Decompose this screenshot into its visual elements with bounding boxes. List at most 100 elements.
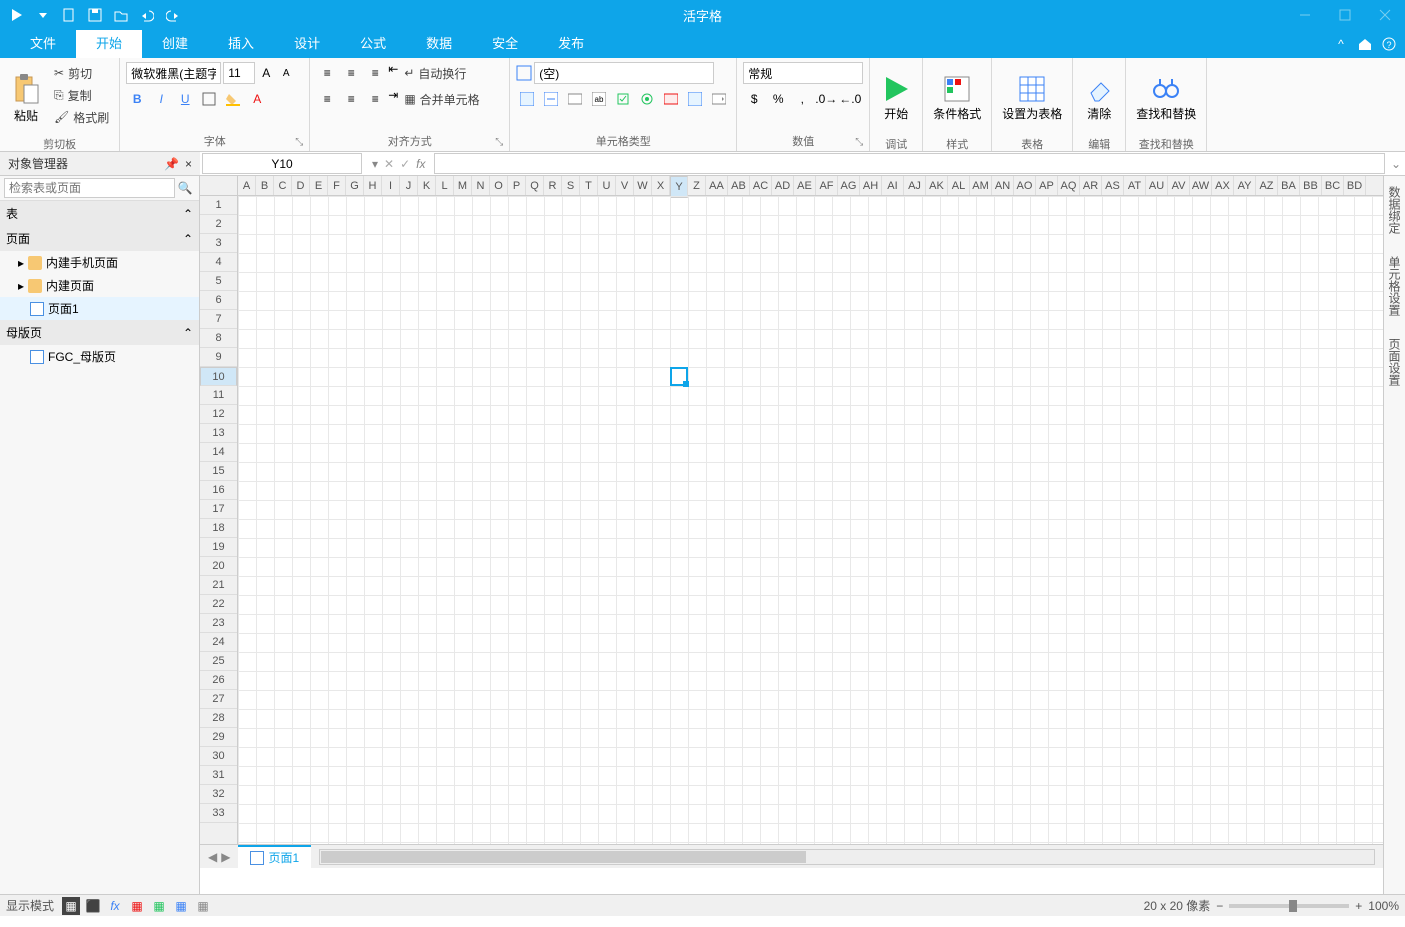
zoom-in-button[interactable]: + bbox=[1355, 899, 1362, 913]
fx-icon[interactable]: fx bbox=[416, 157, 425, 171]
section-pages[interactable]: 页面⌃ bbox=[0, 226, 199, 251]
mode-5-icon[interactable]: ▦ bbox=[150, 897, 168, 915]
row-header-2[interactable]: 2 bbox=[200, 215, 237, 234]
row-header-14[interactable]: 14 bbox=[200, 443, 237, 462]
row-header-32[interactable]: 32 bbox=[200, 785, 237, 804]
row-header-18[interactable]: 18 bbox=[200, 519, 237, 538]
col-header-BA[interactable]: BA bbox=[1278, 176, 1300, 195]
mode-6-icon[interactable]: ▦ bbox=[172, 897, 190, 915]
tree-item-builtin-pages[interactable]: ▸内建页面 bbox=[0, 274, 199, 297]
open-icon[interactable] bbox=[110, 4, 132, 26]
sheet-tab-page1[interactable]: 页面1 bbox=[238, 845, 311, 869]
col-header-AW[interactable]: AW bbox=[1190, 176, 1212, 195]
col-header-AJ[interactable]: AJ bbox=[904, 176, 926, 195]
search-icon[interactable]: 🔍 bbox=[175, 181, 195, 195]
col-header-AT[interactable]: AT bbox=[1124, 176, 1146, 195]
align-bottom-icon[interactable]: ≡ bbox=[364, 62, 386, 84]
col-header-AB[interactable]: AB bbox=[728, 176, 750, 195]
col-header-G[interactable]: G bbox=[346, 176, 364, 195]
decrease-decimal-icon[interactable]: ←.0 bbox=[839, 88, 861, 110]
tree-item-page1[interactable]: 页面1 bbox=[0, 297, 199, 320]
maximize-button[interactable] bbox=[1325, 0, 1365, 30]
col-header-AH[interactable]: AH bbox=[860, 176, 882, 195]
indent-decrease-icon[interactable]: ⇤ bbox=[388, 62, 398, 84]
section-master[interactable]: 母版页⌃ bbox=[0, 320, 199, 345]
col-header-J[interactable]: J bbox=[400, 176, 418, 195]
home-icon[interactable] bbox=[1355, 34, 1375, 54]
col-header-BD[interactable]: BD bbox=[1344, 176, 1366, 195]
col-header-AX[interactable]: AX bbox=[1212, 176, 1234, 195]
ct-9[interactable] bbox=[708, 88, 730, 110]
col-header-AE[interactable]: AE bbox=[794, 176, 816, 195]
ct-5[interactable] bbox=[612, 88, 634, 110]
pin-icon[interactable]: 📌 bbox=[164, 157, 179, 171]
col-header-AI[interactable]: AI bbox=[882, 176, 904, 195]
col-header-E[interactable]: E bbox=[310, 176, 328, 195]
row-header-4[interactable]: 4 bbox=[200, 253, 237, 272]
col-header-BB[interactable]: BB bbox=[1300, 176, 1322, 195]
number-launcher[interactable]: ⤡ bbox=[855, 137, 867, 149]
col-header-AZ[interactable]: AZ bbox=[1256, 176, 1278, 195]
fill-color-button[interactable] bbox=[222, 88, 244, 110]
col-header-AF[interactable]: AF bbox=[816, 176, 838, 195]
ct-3[interactable] bbox=[564, 88, 586, 110]
align-middle-icon[interactable]: ≡ bbox=[340, 62, 362, 84]
col-header-AO[interactable]: AO bbox=[1014, 176, 1036, 195]
col-header-A[interactable]: A bbox=[238, 176, 256, 195]
col-header-AV[interactable]: AV bbox=[1168, 176, 1190, 195]
col-header-AK[interactable]: AK bbox=[926, 176, 948, 195]
tab-publish[interactable]: 发布 bbox=[538, 30, 604, 58]
row-header-7[interactable]: 7 bbox=[200, 310, 237, 329]
col-header-AU[interactable]: AU bbox=[1146, 176, 1168, 195]
col-header-H[interactable]: H bbox=[364, 176, 382, 195]
search-input[interactable] bbox=[4, 178, 175, 198]
row-header-27[interactable]: 27 bbox=[200, 690, 237, 709]
sheet-prev-icon[interactable]: ◀ bbox=[208, 850, 217, 864]
row-header-21[interactable]: 21 bbox=[200, 576, 237, 595]
qat-dropdown[interactable] bbox=[32, 4, 54, 26]
col-header-AM[interactable]: AM bbox=[970, 176, 992, 195]
col-header-P[interactable]: P bbox=[508, 176, 526, 195]
row-header-1[interactable]: 1 bbox=[200, 196, 237, 215]
tab-file[interactable]: 文件 bbox=[10, 30, 76, 58]
col-header-Z[interactable]: Z bbox=[688, 176, 706, 195]
col-header-AA[interactable]: AA bbox=[706, 176, 728, 195]
paste-button[interactable]: 粘贴 bbox=[6, 62, 46, 134]
undo-icon[interactable] bbox=[136, 4, 158, 26]
col-header-B[interactable]: B bbox=[256, 176, 274, 195]
tab-security[interactable]: 安全 bbox=[472, 30, 538, 58]
zoom-out-button[interactable]: − bbox=[1216, 899, 1223, 913]
col-header-AN[interactable]: AN bbox=[992, 176, 1014, 195]
col-header-U[interactable]: U bbox=[598, 176, 616, 195]
font-launcher[interactable]: ⤡ bbox=[295, 137, 307, 149]
right-tab-pagesettings[interactable]: 页面设置 bbox=[1386, 334, 1403, 390]
col-header-F[interactable]: F bbox=[328, 176, 346, 195]
col-header-L[interactable]: L bbox=[436, 176, 454, 195]
name-box[interactable]: Y10 bbox=[202, 153, 362, 174]
col-header-V[interactable]: V bbox=[616, 176, 634, 195]
number-format-select[interactable] bbox=[743, 62, 863, 84]
row-header-11[interactable]: 11 bbox=[200, 386, 237, 405]
align-left-icon[interactable]: ≡ bbox=[316, 88, 338, 110]
row-header-23[interactable]: 23 bbox=[200, 614, 237, 633]
row-header-8[interactable]: 8 bbox=[200, 329, 237, 348]
col-header-AL[interactable]: AL bbox=[948, 176, 970, 195]
ct-6[interactable] bbox=[636, 88, 658, 110]
zoom-slider[interactable] bbox=[1229, 904, 1349, 908]
col-header-Y[interactable]: Y bbox=[670, 176, 688, 198]
col-header-D[interactable]: D bbox=[292, 176, 310, 195]
col-header-AD[interactable]: AD bbox=[772, 176, 794, 195]
font-name-select[interactable] bbox=[126, 62, 221, 84]
percent-icon[interactable]: % bbox=[767, 88, 789, 110]
new-file-icon[interactable] bbox=[58, 4, 80, 26]
col-header-Q[interactable]: Q bbox=[526, 176, 544, 195]
mode-1-icon[interactable]: ▦ bbox=[62, 897, 80, 915]
col-header-AG[interactable]: AG bbox=[838, 176, 860, 195]
font-size-select[interactable] bbox=[223, 62, 255, 84]
set-as-table-button[interactable]: 设置为表格 bbox=[998, 62, 1066, 134]
col-header-AR[interactable]: AR bbox=[1080, 176, 1102, 195]
right-tab-cellsettings[interactable]: 单元格设置 bbox=[1386, 252, 1403, 320]
row-header-17[interactable]: 17 bbox=[200, 500, 237, 519]
col-header-W[interactable]: W bbox=[634, 176, 652, 195]
close-panel-icon[interactable]: × bbox=[185, 157, 192, 171]
